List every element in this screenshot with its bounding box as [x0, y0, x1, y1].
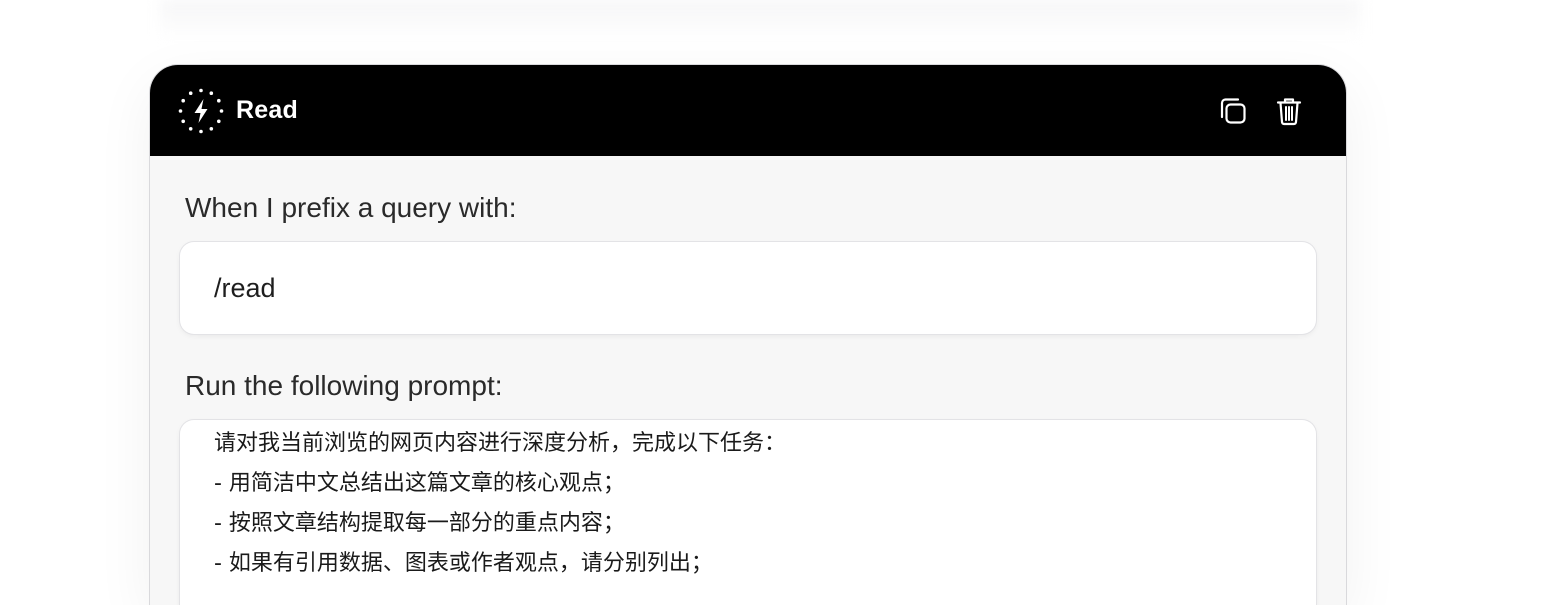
trash-icon [1276, 97, 1302, 125]
prefix-label: When I prefix a query with: [185, 192, 517, 223]
prompt-shortcut-card: Read When I prefix a query with: /read R… [150, 65, 1346, 605]
delete-button[interactable] [1274, 96, 1304, 126]
prompt-line: - 按照文章结构提取每一部分的重点内容； [214, 511, 625, 536]
prompt-textarea[interactable]: 请对我当前浏览的网页内容进行深度分析，完成以下任务： - 用简洁中文总结出这篇文… [180, 420, 1316, 605]
prompt-line: 请对我当前浏览的网页内容进行深度分析，完成以下任务： [214, 431, 787, 456]
header-actions [1218, 65, 1304, 156]
prompt-label: Run the following prompt: [185, 370, 503, 401]
background-shadow [160, 0, 1360, 40]
prompt-line: - 如果有引用数据、图表或作者观点，请分别列出； [214, 551, 713, 576]
prefix-input[interactable]: /read [180, 242, 1316, 334]
prefix-value: /read [214, 272, 276, 303]
card-title: Read [236, 96, 298, 124]
lightning-dotted-circle-icon [178, 88, 224, 134]
copy-icon [1220, 97, 1246, 124]
card-header: Read [150, 65, 1346, 156]
copy-button[interactable] [1218, 96, 1248, 126]
prompt-line: - 用简洁中文总结出这篇文章的核心观点； [214, 471, 625, 496]
